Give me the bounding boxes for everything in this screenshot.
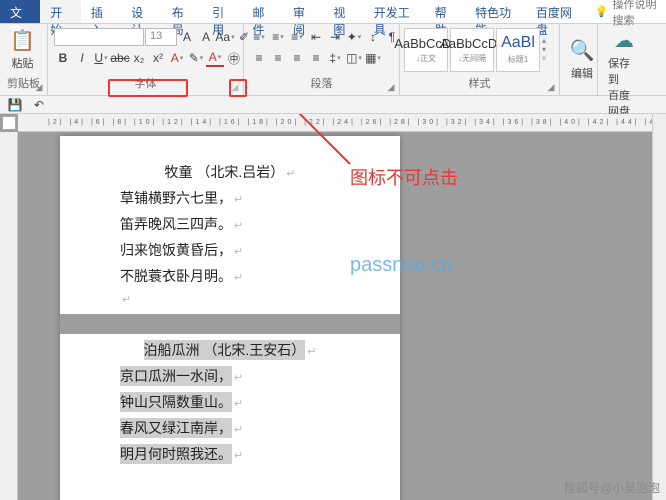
poem1-line2: 笛弄晚风三四声。↵ (120, 214, 340, 234)
styles-launcher-icon[interactable]: ◢ (545, 81, 557, 93)
poem2-line3: 春风又绿江南岸，↵ (120, 418, 340, 438)
group-clipboard: 📋 粘贴 剪贴板 ◢ (0, 24, 48, 95)
poem2-title: 泊船瓜洲 （北宋.王安石）↵ (120, 340, 340, 360)
paragraph-group-label: 段落 (248, 73, 395, 93)
save-to-cloud-button[interactable]: ☁ 保存到 百度网盘 (602, 26, 646, 121)
tab-mail[interactable]: 邮件 (243, 0, 283, 23)
tab-layout[interactable]: 布局 (162, 0, 202, 23)
editing-button[interactable]: 🔍 编辑 (564, 36, 600, 83)
borders-icon[interactable]: ▦ (364, 49, 382, 67)
bold-icon[interactable]: B (54, 49, 72, 67)
font-group-label: 字体 (52, 73, 239, 93)
superscript-icon[interactable]: x² (149, 49, 167, 67)
change-case-icon[interactable]: Aa (216, 28, 234, 46)
document-area: |2| |4| |6| |8| |10| |12| |14| |16| |18|… (0, 114, 666, 500)
styles-group-label: 样式 (404, 73, 555, 93)
poem1-line4: 不脱蓑衣卧月明。↵ (120, 266, 340, 286)
tab-strip: 文件 开始 插入 设计 布局 引用 邮件 审阅 视图 开发工具 帮助 特色功能 … (0, 0, 666, 24)
font-size-select[interactable]: 13 (145, 28, 177, 46)
blank-line: ↵ (120, 292, 340, 308)
tab-developer[interactable]: 开发工具 (364, 0, 425, 23)
watermark-sohu: 搜狐号@小昊泡泡 (564, 479, 660, 496)
underline-icon[interactable]: U (92, 49, 110, 67)
highlight-icon[interactable]: ✎ (187, 49, 205, 67)
style-heading1[interactable]: AaBl 标题1 (496, 28, 540, 72)
annotation-text: 图标不可点击 (350, 164, 458, 190)
clipboard-icon: 📋 (10, 28, 35, 53)
group-paragraph: ≡ ≡ ≡ ⇤ ⇥ ✦ ↕ ¶ ≡ ≡ ≡ ≡ ‡ ◫ ▦ 段落 ◢ (244, 24, 400, 95)
poem1-line1: 草铺横野六七里，↵ (120, 188, 340, 208)
horizontal-ruler[interactable]: |2| |4| |6| |8| |10| |12| |14| |16| |18|… (18, 114, 666, 132)
style-nospacing[interactable]: AaBbCcDc ↓无间隔 (450, 28, 494, 72)
italic-icon[interactable]: I (73, 49, 91, 67)
group-font: 13 A A Aa ✐ B I U abc x₂ x² A ✎ A ㊥ 字体 ◢ (48, 24, 244, 95)
tell-me-search[interactable]: 💡 操作说明搜索 (587, 0, 666, 23)
ribbon: 📋 粘贴 剪贴板 ◢ 13 A A Aa ✐ B I U abc x₂ x² (0, 24, 666, 96)
undo-icon[interactable]: ↶ (30, 96, 48, 114)
indent-right-icon[interactable]: ⇥ (326, 28, 344, 46)
font-name-select[interactable] (54, 28, 144, 46)
paste-button[interactable]: 📋 粘贴 (4, 26, 41, 73)
phonetic-icon[interactable]: ㊥ (225, 49, 243, 67)
shading-icon[interactable]: ◫ (345, 49, 363, 67)
numbering-icon[interactable]: ≡ (269, 28, 287, 46)
justify-icon[interactable]: ≡ (307, 49, 325, 67)
poem2-line2: 钟山只隔数重山。↵ (120, 392, 340, 412)
group-save-cloud: ☁ 保存到 百度网盘 (598, 24, 650, 95)
shrink-font-icon[interactable]: A (197, 28, 215, 46)
align-left-icon[interactable]: ≡ (250, 49, 268, 67)
tab-baidu[interactable]: 百度网盘 (526, 0, 587, 23)
font-color-icon[interactable]: A (206, 49, 224, 67)
align-right-icon[interactable]: ≡ (288, 49, 306, 67)
paragraph-launcher-icon[interactable]: ◢ (385, 81, 397, 93)
align-center-icon[interactable]: ≡ (269, 49, 287, 67)
group-editing: 🔍 编辑 (560, 24, 598, 95)
document-page[interactable]: 牧童 （北宋.吕岩）↵ 草铺横野六七里，↵ 笛弄晚风三四声。↵ 归来饱饭黄昏后，… (60, 136, 400, 500)
text-direction-icon[interactable]: ✦ (345, 28, 363, 46)
styles-more-icon[interactable]: ▴▾▿ (542, 36, 554, 63)
tab-view[interactable]: 视图 (323, 0, 363, 23)
subscript-icon[interactable]: x₂ (130, 49, 148, 67)
tab-insert[interactable]: 插入 (81, 0, 121, 23)
sort-icon[interactable]: ↕ (364, 28, 382, 46)
tab-file[interactable]: 文件 (0, 0, 40, 23)
clipboard-launcher-icon[interactable]: ◢ (33, 81, 45, 93)
line-spacing-icon[interactable]: ‡ (326, 49, 344, 67)
cloud-icon: ☁ (614, 28, 634, 53)
text-effects-icon[interactable]: A (168, 49, 186, 67)
vertical-scrollbar[interactable] (652, 114, 666, 500)
tab-help[interactable]: 帮助 (425, 0, 465, 23)
tab-home[interactable]: 开始 (40, 0, 80, 23)
bullets-icon[interactable]: ≡ (250, 28, 268, 46)
tab-references[interactable]: 引用 (202, 0, 242, 23)
save-icon[interactable]: 💾 (6, 96, 24, 114)
group-styles: AaBbCcDc ↓正文 AaBbCcDc ↓无间隔 AaBl 标题1 ▴▾▿ … (400, 24, 560, 95)
quick-access-toolbar: 💾 ↶ (0, 96, 666, 114)
poem2-line1: 京口瓜洲一水间，↵ (120, 366, 340, 386)
strike-icon[interactable]: abc (111, 49, 129, 67)
tab-design[interactable]: 设计 (121, 0, 161, 23)
vertical-ruler[interactable] (0, 132, 18, 500)
lightbulb-icon: 💡 (595, 5, 609, 18)
poem1-line3: 归来饱饭黄昏后，↵ (120, 240, 340, 260)
indent-left-icon[interactable]: ⇤ (307, 28, 325, 46)
ruler-toggle-icon[interactable] (2, 116, 16, 130)
tab-review[interactable]: 审阅 (283, 0, 323, 23)
tab-special[interactable]: 特色功能 (465, 0, 526, 23)
grow-font-icon[interactable]: A (178, 28, 196, 46)
poem2-line4: 明月何时照我还。↵ (120, 444, 340, 464)
font-launcher-icon: ◢ (229, 81, 241, 93)
poem1-title: 牧童 （北宋.吕岩）↵ (120, 162, 340, 182)
page-gap (60, 314, 400, 334)
multilevel-icon[interactable]: ≡ (288, 28, 306, 46)
find-icon: 🔍 (570, 38, 595, 63)
watermark-passneo: passneo.cn (350, 254, 452, 277)
